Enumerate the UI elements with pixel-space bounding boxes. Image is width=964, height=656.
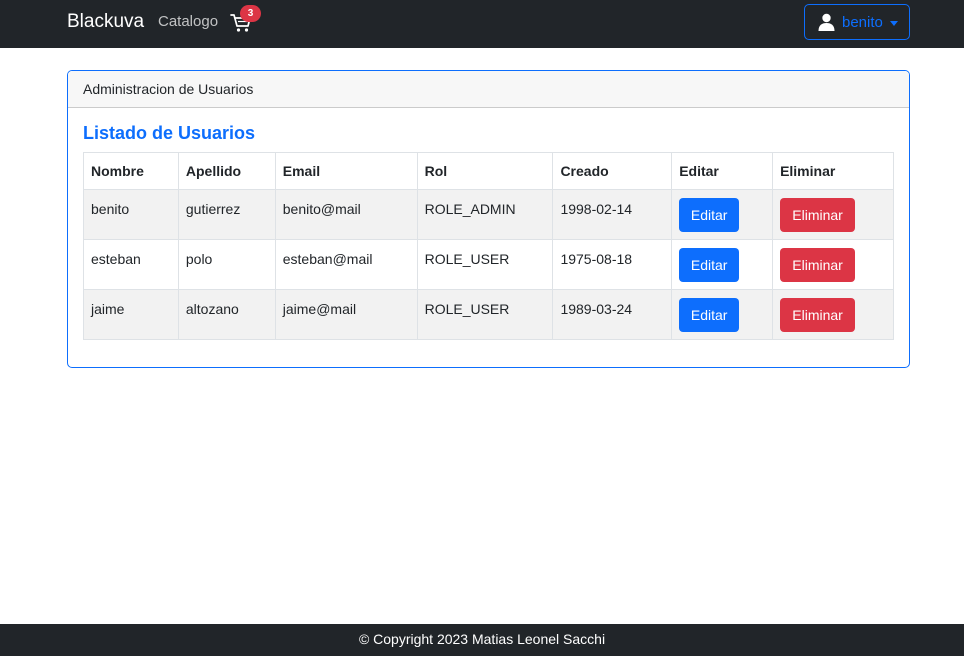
cell-rol: ROLE_USER <box>416 289 554 340</box>
nav-link-catalogo[interactable]: Catalogo <box>158 13 218 31</box>
cell-nombre: benito <box>83 189 179 240</box>
cell-nombre: jaime <box>83 289 179 340</box>
card-body: Listado de Usuarios Nombre Apellido Emai… <box>68 108 909 355</box>
table-header-row: Nombre Apellido Email Rol Creado Editar … <box>83 152 894 190</box>
column-header-eliminar: Eliminar <box>772 152 894 190</box>
cell-email: benito@mail <box>274 189 418 240</box>
user-icon <box>818 13 835 31</box>
column-header-email: Email <box>274 152 418 190</box>
table-row: benito gutierrez benito@mail ROLE_ADMIN … <box>83 189 894 240</box>
users-table: Nombre Apellido Email Rol Creado Editar … <box>83 152 894 340</box>
cell-apellido: gutierrez <box>177 189 276 240</box>
cell-editar: Editar <box>671 289 774 340</box>
edit-user-button[interactable]: Editar <box>679 198 740 232</box>
table-row: jaime altozano jaime@mail ROLE_USER 1989… <box>83 289 894 340</box>
cell-rol: ROLE_USER <box>416 239 554 290</box>
cell-email: esteban@mail <box>274 239 418 290</box>
user-menu-label: benito <box>842 13 883 31</box>
copyright-text: © Copyright 2023 Matias Leonel Sacchi <box>358 631 606 647</box>
column-header-rol: Rol <box>416 152 554 190</box>
column-header-editar: Editar <box>671 152 774 190</box>
cell-apellido: polo <box>177 239 276 290</box>
cell-creado: 1989-03-24 <box>552 289 673 340</box>
delete-user-button[interactable]: Eliminar <box>780 248 856 282</box>
cell-email: jaime@mail <box>274 289 418 340</box>
cell-creado: 1998-02-14 <box>552 189 673 240</box>
edit-user-button[interactable]: Editar <box>679 248 740 282</box>
card-header: Administracion de Usuarios <box>68 71 909 108</box>
cell-editar: Editar <box>671 189 774 240</box>
cell-nombre: esteban <box>83 239 179 290</box>
column-header-nombre: Nombre <box>83 152 179 190</box>
cell-creado: 1975-08-18 <box>552 239 673 290</box>
page-title: Listado de Usuarios <box>83 123 256 143</box>
users-admin-card: Administracion de Usuarios Listado de Us… <box>67 70 910 368</box>
top-navbar: Blackuva Catalogo 3 benito <box>0 0 964 48</box>
brand-link[interactable]: Blackuva <box>67 11 144 33</box>
delete-user-button[interactable]: Eliminar <box>780 198 856 232</box>
cell-apellido: altozano <box>177 289 276 340</box>
cell-eliminar: Eliminar <box>772 189 894 240</box>
cell-eliminar: Eliminar <box>772 289 894 340</box>
chevron-down-icon <box>889 20 898 26</box>
edit-user-button[interactable]: Editar <box>679 298 740 332</box>
cell-rol: ROLE_ADMIN <box>416 189 554 240</box>
cell-eliminar: Eliminar <box>772 239 894 290</box>
user-menu-button[interactable]: benito <box>804 4 910 40</box>
cell-editar: Editar <box>671 239 774 290</box>
cart-count-badge: 3 <box>240 5 261 22</box>
page-footer: © Copyright 2023 Matias Leonel Sacchi <box>0 624 964 656</box>
table-row: esteban polo esteban@mail ROLE_USER 1975… <box>83 239 894 290</box>
column-header-creado: Creado <box>552 152 673 190</box>
delete-user-button[interactable]: Eliminar <box>780 298 856 332</box>
column-header-apellido: Apellido <box>177 152 276 190</box>
